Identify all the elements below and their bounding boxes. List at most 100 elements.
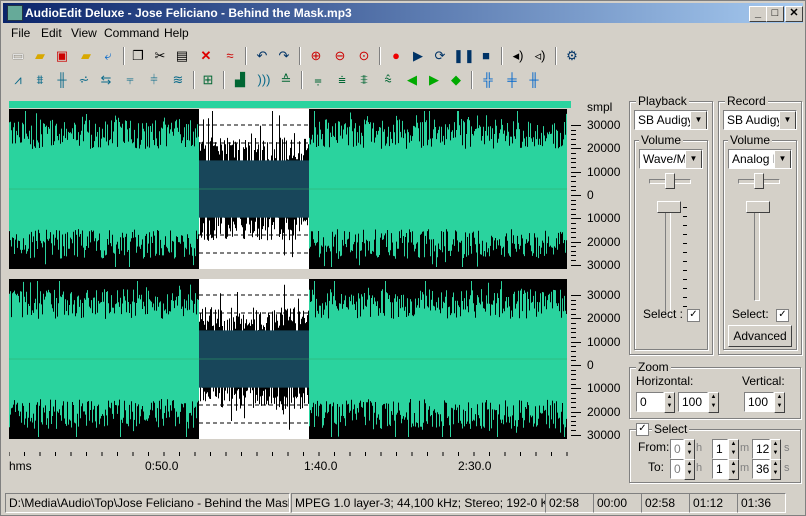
amplify-icon[interactable]: ⩩: [31, 71, 49, 89]
undo-history-icon[interactable]: ⤶: [99, 47, 117, 65]
scale-minor-tick: [571, 222, 576, 224]
select-to-minutes-spinner[interactable]: ▲ ▼: [728, 459, 739, 480]
marker2-icon[interactable]: ╪: [503, 71, 521, 89]
mix-icon[interactable]: ≈: [221, 47, 239, 65]
chevron-down-icon[interactable]: ▼: [690, 111, 707, 129]
record-icon[interactable]: ●: [387, 47, 405, 65]
menu-file[interactable]: File: [11, 26, 30, 40]
zoom-h-from-input[interactable]: 0: [636, 392, 664, 412]
marker-icon[interactable]: ╬: [479, 71, 497, 89]
playback-volume-slider[interactable]: [657, 201, 681, 213]
chevron-down-icon[interactable]: ▼: [779, 111, 796, 129]
spectrum-icon[interactable]: ▟: [231, 71, 249, 89]
scale-minor-tick: [571, 378, 576, 380]
center-icon[interactable]: ◆: [447, 71, 465, 89]
zoom-out-icon[interactable]: ⊖: [331, 47, 349, 65]
select-from-hours[interactable]: 0: [670, 439, 684, 459]
redo-icon[interactable]: ↷: [275, 47, 293, 65]
delete-icon[interactable]: ✕: [197, 47, 215, 65]
vibrato-icon[interactable]: ))): [255, 71, 273, 89]
reverse-icon[interactable]: ⇆: [97, 71, 115, 89]
zoom-h-to-spinner[interactable]: ▲ ▼: [708, 392, 719, 413]
chevron-down-icon[interactable]: ▼: [774, 150, 791, 168]
zoom-in-icon[interactable]: ⊕: [307, 47, 325, 65]
fade-in-icon[interactable]: ⩦: [309, 71, 327, 89]
advanced-button[interactable]: Advanced: [728, 325, 792, 347]
title-bar[interactable]: AudioEdit Deluxe - Jose Feliciano - Behi…: [3, 3, 803, 23]
paste-icon[interactable]: ▤: [173, 47, 191, 65]
menu-command[interactable]: Command: [104, 26, 159, 40]
speaker-left-icon[interactable]: ◂): [509, 47, 527, 65]
undo-icon[interactable]: ↶: [253, 47, 271, 65]
menu-view[interactable]: View: [71, 26, 97, 40]
invert-icon[interactable]: ⩯: [379, 71, 397, 89]
scale-minor-tick: [571, 157, 576, 159]
copy-icon[interactable]: ❐: [129, 47, 147, 65]
close-button[interactable]: ✕: [785, 6, 803, 22]
fade-out-icon[interactable]: ⩧: [333, 71, 351, 89]
select-enable-checkbox[interactable]: ✓: [636, 423, 649, 436]
zoom-vertical-input[interactable]: 100: [744, 392, 774, 412]
select-to-hours[interactable]: 0: [670, 459, 684, 479]
loop-play-icon[interactable]: ⟳: [431, 47, 449, 65]
shift-right-icon[interactable]: ▶: [425, 71, 443, 89]
record-source-select[interactable]: Analog M ▼: [728, 149, 792, 169]
save-icon[interactable]: ▣: [53, 47, 71, 65]
compress-icon[interactable]: ⫧: [121, 71, 139, 89]
select-to-seconds-spinner[interactable]: ▲ ▼: [770, 459, 781, 480]
zoom-h-from-spinner[interactable]: ▲ ▼: [664, 392, 675, 413]
new-file-icon[interactable]: ▭: [9, 47, 27, 65]
normalize-icon[interactable]: ╫: [53, 71, 71, 89]
select-from-minutes-spinner[interactable]: ▲ ▼: [728, 439, 739, 460]
zoom-vertical-spinner[interactable]: ▲ ▼: [774, 392, 785, 413]
select-from-seconds-spinner[interactable]: ▲ ▼: [770, 439, 781, 460]
speaker-icon[interactable]: ◃): [531, 47, 549, 65]
overview-bar[interactable]: [9, 101, 571, 108]
zoom-fit-icon[interactable]: ⊙: [355, 47, 373, 65]
equalizer-icon[interactable]: ⊞: [199, 71, 217, 89]
app-window: AudioEdit Deluxe - Jose Feliciano - Behi…: [0, 0, 806, 516]
select-to-minutes[interactable]: 1: [712, 459, 728, 479]
menu-help[interactable]: Help: [164, 26, 189, 40]
playback-source-select[interactable]: Wave/M ▼: [639, 149, 703, 169]
silence-icon[interactable]: ⩨: [355, 71, 373, 89]
volume-tick: [683, 243, 687, 244]
zoom-h-to-input[interactable]: 100: [678, 392, 708, 412]
maximize-button[interactable]: □: [766, 6, 784, 22]
open-folder-icon[interactable]: ▰: [77, 47, 95, 65]
waveform-channel-right[interactable]: [9, 279, 567, 439]
pitch-icon[interactable]: ≙: [277, 71, 295, 89]
fade-icon[interactable]: ⩘: [9, 71, 27, 89]
shift-left-icon[interactable]: ◀: [403, 71, 421, 89]
record-select-checkbox[interactable]: ✓: [776, 309, 789, 322]
record-volume-slider[interactable]: [746, 201, 770, 213]
playback-group: Playback SB Audigy ▼ Volume Wave/M ▼ Selec…: [629, 94, 713, 355]
select-from-minutes[interactable]: 1: [712, 439, 728, 459]
minimize-button[interactable]: _: [749, 6, 767, 22]
stop-icon[interactable]: ■: [477, 47, 495, 65]
select-to-hours-spinner[interactable]: ▲ ▼: [684, 459, 695, 480]
select-from-seconds[interactable]: 12: [752, 439, 770, 459]
playback-balance-slider[interactable]: [665, 173, 675, 189]
menu-bar: File Edit View Command Help: [3, 24, 803, 42]
noise-icon[interactable]: ≋: [169, 71, 187, 89]
properties-icon[interactable]: ⚙: [563, 47, 581, 65]
expand-icon[interactable]: ⫩: [145, 71, 163, 89]
playback-device-select[interactable]: SB Audigy ▼: [634, 110, 708, 130]
record-device-select[interactable]: SB Audigy ▼: [723, 110, 797, 130]
menu-edit[interactable]: Edit: [41, 26, 62, 40]
play-icon[interactable]: ▶: [409, 47, 427, 65]
echo-icon[interactable]: ⩫: [75, 71, 93, 89]
waveform-channel-left[interactable]: [9, 109, 567, 269]
open-file-icon[interactable]: ▰: [31, 47, 49, 65]
scale-minor-tick: [571, 416, 576, 418]
marker3-icon[interactable]: ╫: [525, 71, 543, 89]
record-balance-slider[interactable]: [754, 173, 764, 189]
app-icon[interactable]: [7, 5, 23, 21]
pause-icon[interactable]: ❚❚: [453, 47, 475, 65]
chevron-down-icon[interactable]: ▼: [685, 150, 702, 168]
select-to-seconds[interactable]: 36: [752, 459, 770, 479]
cut-icon[interactable]: ✂: [151, 47, 169, 65]
select-from-hours-spinner[interactable]: ▲ ▼: [684, 439, 695, 460]
playback-select-checkbox[interactable]: ✓: [687, 309, 700, 322]
